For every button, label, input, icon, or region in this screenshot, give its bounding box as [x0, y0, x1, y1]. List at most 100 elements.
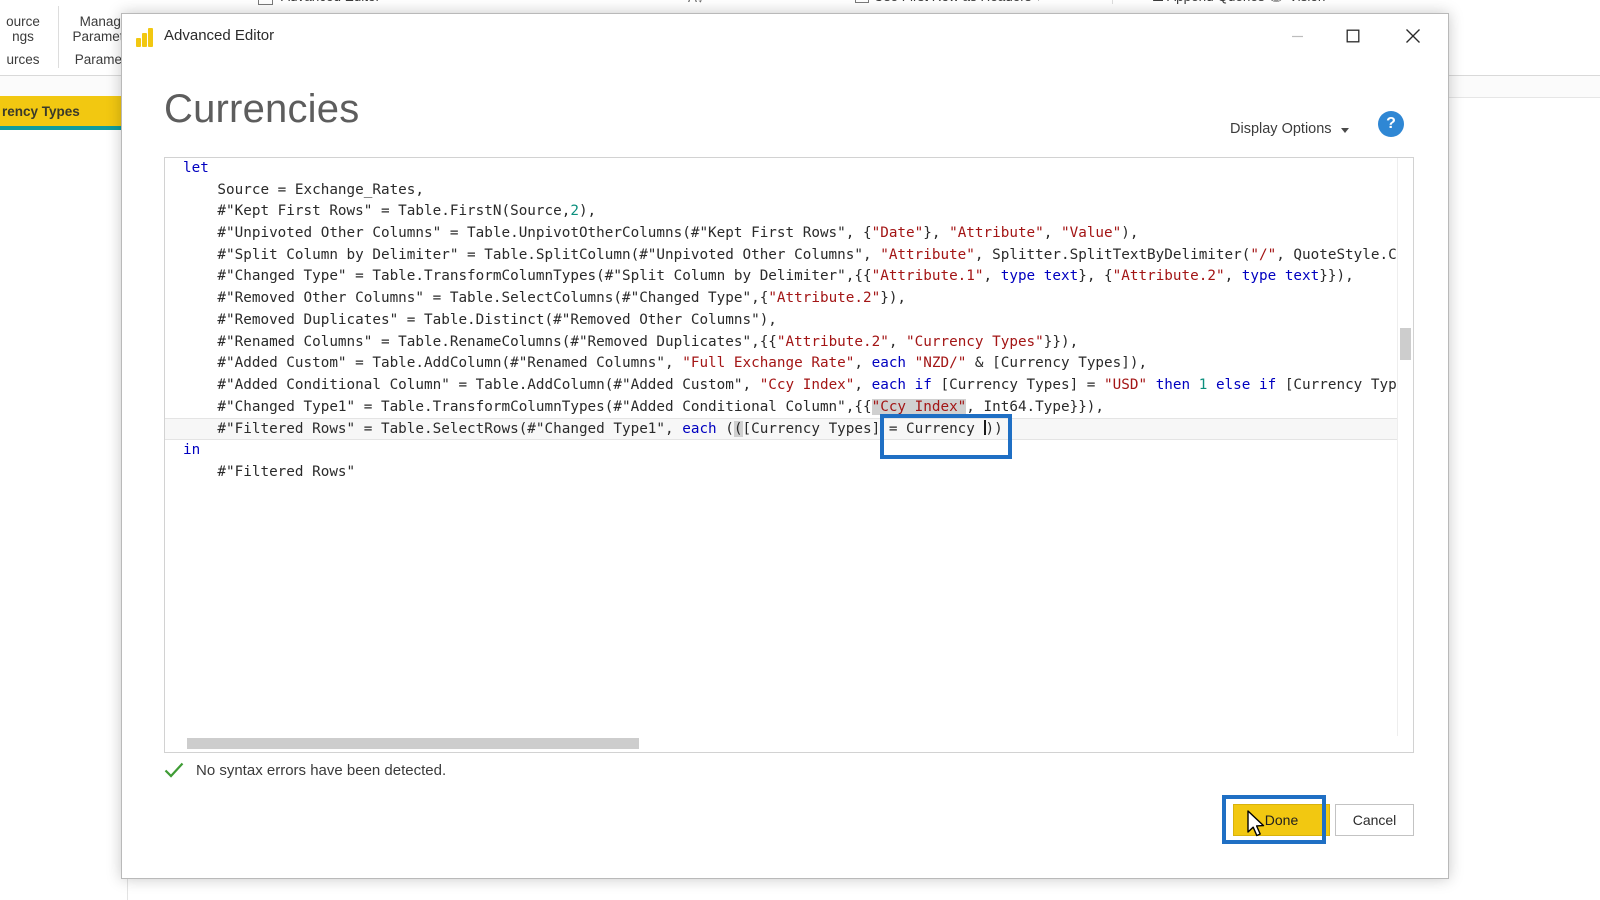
code-token: #"Unpivoted Other Columns" = Table.Unpiv… — [183, 225, 872, 242]
advanced-editor-dialog: Advanced Editor Currencies Display Optio… — [121, 13, 1449, 879]
code-token: text — [1284, 268, 1320, 285]
code-token: , — [854, 376, 872, 393]
code-token: }, { — [1078, 268, 1113, 285]
code-token: if — [1259, 376, 1277, 393]
cancel-label: Cancel — [1352, 812, 1397, 828]
maximize-icon[interactable] — [1330, 14, 1376, 58]
code-token: ), — [578, 203, 597, 220]
code-token: #"Kept First Rows" = Table.FirstN(Source… — [183, 203, 571, 220]
code-token: "Attribute.1" — [871, 268, 984, 285]
code-token: 2 — [570, 203, 579, 220]
code-token: )) — [985, 421, 1003, 438]
ribbon-advanced-editor[interactable]: Advanced Editor — [281, 0, 380, 4]
code-token: "Attribute" — [880, 246, 975, 263]
display-options-dropdown[interactable]: Display Options — [1230, 121, 1349, 137]
code-line: #"Changed Type1" = Table.TransformColumn… — [165, 397, 1397, 419]
display-options-label: Display Options — [1230, 121, 1332, 137]
ribbon-use-first-row-as-headers[interactable]: Use First Row as Headers ▾ — [874, 0, 1042, 4]
dialog-titlebar: Advanced Editor — [122, 14, 1448, 58]
code-token: #"Removed Other Columns" = Table.SelectC… — [183, 290, 769, 307]
syntax-status: No syntax errors have been detected. — [164, 762, 446, 779]
page-title: Currencies — [164, 87, 360, 131]
sort-ascending-icon[interactable]: A↓ — [688, 0, 704, 5]
table-header-icon — [855, 0, 869, 3]
code-token: text — [1043, 268, 1079, 285]
code-token: & [Currency Types]), — [966, 355, 1148, 372]
advanced-editor-icon — [258, 0, 273, 5]
code-token: [Currency Types] = — [931, 376, 1105, 393]
editor-horizontal-scrollbar[interactable] — [165, 735, 1397, 752]
vertical-scroll-thumb[interactable] — [1400, 328, 1411, 360]
code-token: "USD" — [1104, 376, 1148, 393]
horizontal-scroll-thumb[interactable] — [187, 738, 639, 749]
code-token: type — [1241, 268, 1277, 285]
code-token: }}), — [1319, 268, 1354, 285]
ribbon-append-queries[interactable]: ☰ Append Queries ▾ — [1152, 0, 1275, 4]
power-bi-icon — [135, 27, 155, 47]
code-token: [Currency Typ — [1276, 376, 1397, 393]
code-token: "Attribute" — [949, 225, 1044, 242]
code-line: #"Kept First Rows" = Table.FirstN(Source… — [165, 201, 1397, 223]
code-token: Source = Exchange_Rates, — [183, 181, 425, 198]
code-token: , Int64.Type}}), — [966, 398, 1105, 415]
code-token: #"Renamed Columns" = Table.RenameColumns… — [183, 333, 777, 350]
code-token: #"Changed Type" = Table.TransformColumnT… — [183, 268, 872, 285]
code-token: "Ccy Index" — [759, 376, 855, 393]
right-pane-blank — [1456, 98, 1600, 900]
ribbon-vision[interactable]: 👁 Vision — [1268, 0, 1325, 4]
help-icon[interactable]: ? — [1378, 111, 1404, 137]
code-token: #"Added Custom" = Table.AddColumn(#"Rena… — [183, 355, 683, 372]
mouse-cursor — [1246, 810, 1268, 840]
code-token: ), — [1121, 225, 1139, 242]
code-token: "Full Exchange Rate" — [682, 355, 855, 372]
code-line: #"Removed Other Columns" = Table.SelectC… — [165, 288, 1397, 310]
code-text[interactable]: let Source = Exchange_Rates, #"Kept Firs… — [165, 158, 1397, 736]
code-token: #"Split Column by Delimiter" = Table.Spl… — [183, 246, 881, 263]
code-line: let — [165, 158, 1397, 180]
dialog-title: Advanced Editor — [164, 27, 275, 44]
code-line: #"Added Custom" = Table.AddColumn(#"Rena… — [165, 353, 1397, 375]
editor-vertical-scrollbar[interactable] — [1397, 158, 1413, 736]
code-token: else — [1215, 376, 1251, 393]
code-token: , QuoteStyle.C — [1276, 246, 1397, 263]
code-token: "/" — [1250, 246, 1277, 263]
code-token: each — [871, 376, 907, 393]
code-token: "Attribute.2" — [768, 290, 881, 307]
code-line: #"Filtered Rows" — [165, 462, 1397, 484]
code-token: #"Added Conditional Column" = Table.AddC… — [183, 376, 760, 393]
code-line: #"Unpivoted Other Columns" = Table.Unpiv… — [165, 223, 1397, 245]
code-line: #"Removed Duplicates" = Table.Distinct(#… — [165, 310, 1397, 332]
code-token: #"Filtered Rows" = Table.SelectRows(#"Ch… — [183, 421, 683, 438]
code-token: each — [871, 355, 907, 372]
code-token: then — [1155, 376, 1191, 393]
code-editor[interactable]: let Source = Exchange_Rates, #"Kept Firs… — [164, 157, 1414, 753]
close-icon[interactable] — [1390, 14, 1436, 58]
code-token: "Currency Types" — [906, 333, 1044, 350]
code-token: "Ccy Index" — [871, 398, 967, 415]
code-line: #"Filtered Rows" = Table.SelectRows(#"Ch… — [165, 418, 1397, 440]
code-token: in — [183, 441, 201, 458]
check-icon — [164, 762, 184, 778]
code-token: "Attribute.2" — [776, 333, 889, 350]
code-token: ( — [716, 421, 734, 438]
code-token: [Currency Types] = Currency — [742, 421, 984, 438]
code-line: #"Split Column by Delimiter" = Table.Spl… — [165, 245, 1397, 267]
code-token: if — [914, 376, 932, 393]
done-label: Done — [1264, 812, 1299, 828]
cancel-button[interactable]: Cancel — [1335, 804, 1414, 836]
code-token: #"Filtered Rows" — [183, 463, 356, 480]
query-tab-currency-types[interactable]: rency Types — [0, 96, 128, 126]
minimize-icon[interactable] — [1274, 14, 1320, 58]
code-token: ( — [733, 421, 743, 438]
code-token: , — [888, 333, 907, 350]
code-token: }}), — [1043, 333, 1079, 350]
status-message: No syntax errors have been detected. — [196, 762, 447, 779]
code-line: Source = Exchange_Rates, — [165, 180, 1397, 202]
code-token: , — [854, 355, 872, 372]
